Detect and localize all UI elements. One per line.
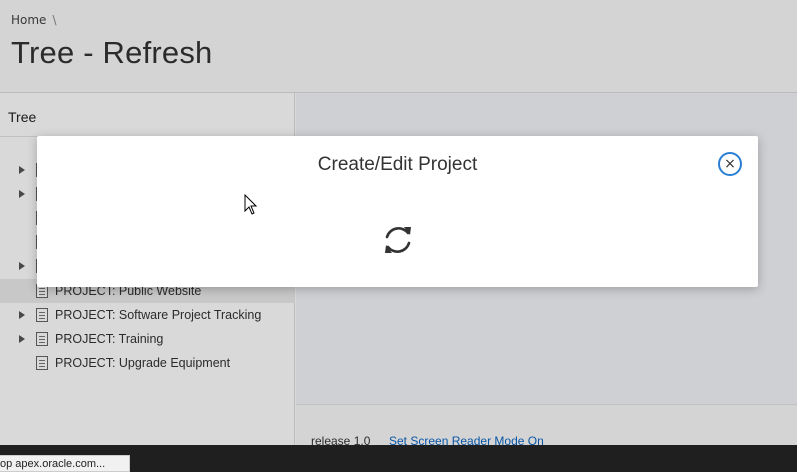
create-edit-project-dialog: Create/Edit Project × [37, 136, 758, 287]
dialog-close-button[interactable]: × [718, 152, 742, 176]
status-bar-url: op apex.oracle.com... [0, 455, 130, 472]
dialog-title: Create/Edit Project [317, 154, 478, 175]
loading-spinner-icon [385, 227, 411, 253]
mouse-cursor-icon [244, 194, 258, 215]
close-icon: × [724, 156, 736, 172]
